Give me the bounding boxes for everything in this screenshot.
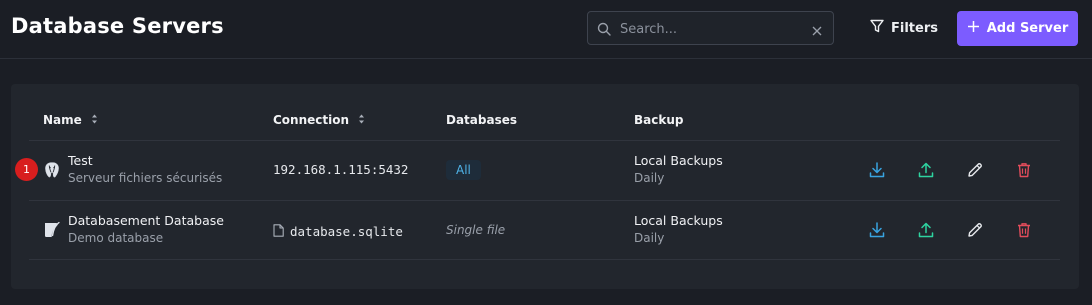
connection-string: 192.168.1.115:5432 [273, 162, 409, 177]
add-server-button[interactable]: Add Server [957, 11, 1078, 46]
filters-button[interactable]: Filters [869, 18, 938, 38]
download-icon[interactable] [868, 221, 888, 241]
divider [29, 140, 1060, 141]
column-header-databases: Databases [446, 113, 518, 127]
backup-storage: Local Backups [634, 153, 723, 168]
search-box[interactable] [587, 11, 834, 45]
backup-schedule: Daily [634, 171, 665, 185]
list-item: Test Serveur fichiers sécurisés [68, 153, 222, 185]
column-header-backup: Backup [634, 113, 684, 127]
plus-icon [967, 20, 980, 37]
search-input[interactable] [620, 19, 790, 39]
divider [29, 200, 1060, 201]
filter-icon [869, 18, 885, 38]
step-marker: 1 [15, 158, 38, 181]
filters-label: Filters [891, 20, 938, 36]
databases-badge: All [446, 160, 481, 180]
sort-icon[interactable] [91, 113, 98, 127]
server-description: Serveur fichiers sécurisés [68, 171, 223, 185]
download-icon[interactable] [868, 161, 888, 181]
databases-text: Single file [446, 223, 506, 237]
servers-table: Name Connection Databases Backup 1 Test … [11, 84, 1079, 289]
upload-icon[interactable] [917, 161, 937, 181]
sqlite-icon [43, 221, 60, 243]
list-item: Databasement Database Demo database [68, 213, 224, 245]
sort-icon[interactable] [358, 113, 365, 127]
search-icon [597, 21, 611, 40]
delete-icon[interactable] [1015, 221, 1035, 241]
backup-schedule: Daily [634, 231, 665, 245]
server-description: Demo database [68, 231, 164, 245]
divider [29, 259, 1060, 260]
add-server-label: Add Server [986, 21, 1069, 36]
delete-icon[interactable] [1015, 161, 1035, 181]
upload-icon[interactable] [917, 221, 937, 241]
server-name: Databasement Database [68, 213, 224, 228]
page-header: Database Servers Filters Add Server [0, 0, 1092, 59]
column-header-name[interactable]: Name [43, 113, 98, 127]
connection-string: database.sqlite [290, 224, 403, 239]
page-title: Database Servers [11, 14, 224, 38]
clear-search-icon[interactable] [811, 22, 823, 41]
edit-icon[interactable] [966, 161, 986, 181]
postgresql-icon [43, 161, 61, 183]
column-header-connection[interactable]: Connection [273, 113, 365, 127]
file-icon [273, 222, 284, 241]
edit-icon[interactable] [966, 221, 986, 241]
server-name: Test [68, 153, 93, 168]
backup-storage: Local Backups [634, 213, 723, 228]
